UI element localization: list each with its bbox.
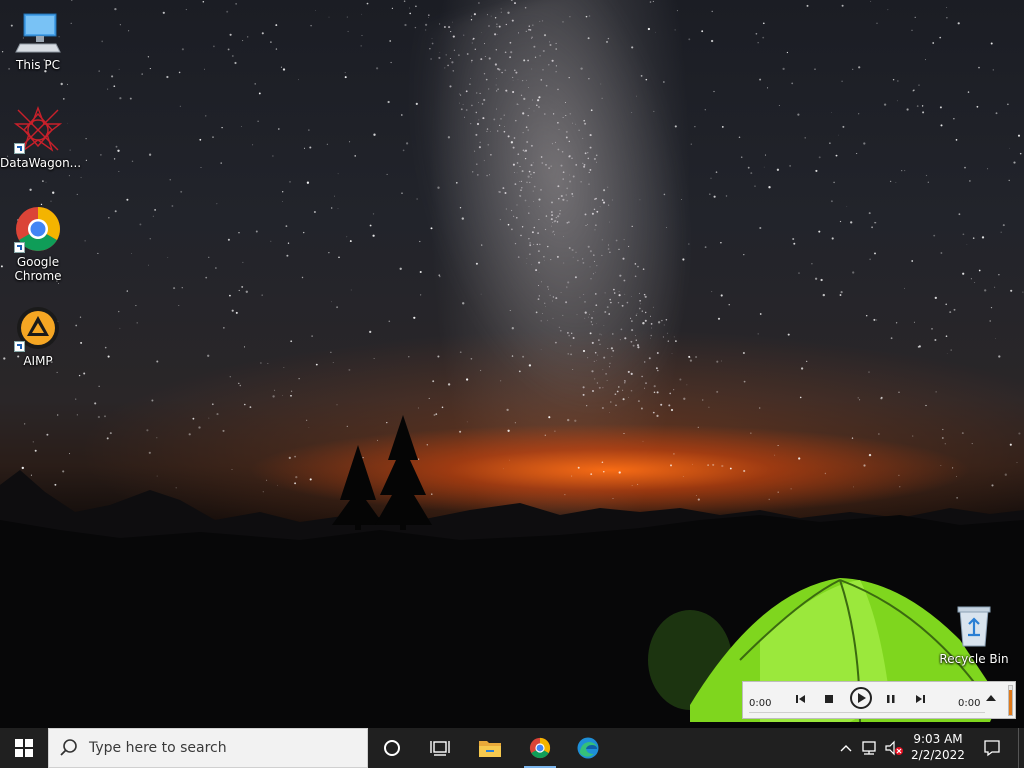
desktop-icon-this-pc[interactable]: This PC — [0, 8, 76, 72]
recycle-bin-icon — [950, 602, 998, 650]
eject-button[interactable] — [981, 689, 1001, 709]
edge-icon — [577, 737, 599, 759]
this-pc-icon — [14, 8, 62, 56]
seek-bar[interactable] — [749, 712, 985, 713]
search-icon — [60, 739, 77, 756]
taskbar: Type here to search 9:03 AM 2/2/2022 — [0, 728, 1024, 768]
shortcut-arrow-icon — [14, 341, 25, 352]
play-icon — [850, 687, 872, 709]
chrome-icon — [529, 737, 551, 759]
show-desktop-button[interactable] — [1018, 728, 1024, 768]
taskbar-edge[interactable] — [564, 728, 612, 768]
total-time: 0:00 — [958, 698, 981, 709]
landscape — [0, 415, 1024, 728]
pause-button[interactable] — [881, 689, 901, 709]
desktop-icon-google-chrome[interactable]: Google Chrome — [0, 205, 76, 283]
desktop-icon-label: DataWagon... — [0, 156, 82, 170]
taskbar-chrome[interactable] — [516, 728, 564, 768]
volume-slider[interactable] — [1008, 685, 1013, 716]
desktop-icon-recycle-bin[interactable]: Recycle Bin — [936, 602, 1012, 666]
start-button[interactable] — [0, 728, 48, 768]
desktop-icon-label: AIMP — [23, 354, 53, 368]
desktop-icon-datawagon[interactable]: DataWagon... — [0, 106, 82, 170]
windows-icon — [15, 739, 33, 757]
show-hidden-icons-button[interactable] — [836, 728, 856, 768]
previous-button[interactable] — [791, 689, 811, 709]
file-explorer-icon — [479, 741, 501, 757]
next-icon — [916, 695, 925, 703]
task-view-icon — [430, 741, 450, 756]
taskbar-clock[interactable]: 9:03 AM 2/2/2022 — [906, 731, 970, 763]
volume-button[interactable] — [882, 728, 906, 768]
speaker-muted-icon — [885, 740, 903, 756]
chevron-up-icon — [840, 745, 852, 752]
cortana-button[interactable] — [368, 728, 416, 768]
elapsed-time: 0:00 — [749, 698, 772, 709]
desktop-icon-label: Google Chrome — [14, 255, 62, 283]
previous-icon — [796, 695, 805, 703]
stop-icon — [825, 695, 833, 703]
task-view-button[interactable] — [416, 728, 464, 768]
shortcut-arrow-icon — [14, 242, 25, 253]
desktop-icon-label: Recycle Bin — [939, 652, 1009, 666]
volume-level — [1009, 690, 1012, 715]
network-icon — [862, 741, 876, 755]
clock-time: 9:03 AM — [913, 732, 963, 746]
cortana-icon — [384, 740, 400, 756]
aimp-mini-player[interactable]: 0:00 0:00 — [742, 681, 1016, 719]
chrome-icon — [14, 205, 62, 253]
aimp-icon — [14, 304, 62, 352]
datawagon-icon — [13, 106, 63, 154]
network-button[interactable] — [858, 728, 880, 768]
clock-date: 2/2/2022 — [911, 748, 965, 762]
eject-icon — [986, 695, 996, 701]
shortcut-arrow-icon — [14, 143, 25, 154]
action-center-button[interactable] — [976, 728, 1008, 768]
notifications-icon — [984, 740, 1000, 757]
taskbar-file-explorer[interactable] — [466, 728, 514, 768]
desktop-wallpaper — [0, 0, 1024, 728]
search-placeholder: Type here to search — [89, 740, 227, 756]
desktop-icon-aimp[interactable]: AIMP — [0, 304, 76, 368]
next-button[interactable] — [910, 689, 930, 709]
stop-button[interactable] — [819, 689, 839, 709]
play-button[interactable] — [848, 685, 874, 711]
taskbar-search-box[interactable]: Type here to search — [48, 728, 368, 768]
desktop-icon-label: This PC — [16, 58, 60, 72]
pause-icon — [887, 695, 895, 703]
